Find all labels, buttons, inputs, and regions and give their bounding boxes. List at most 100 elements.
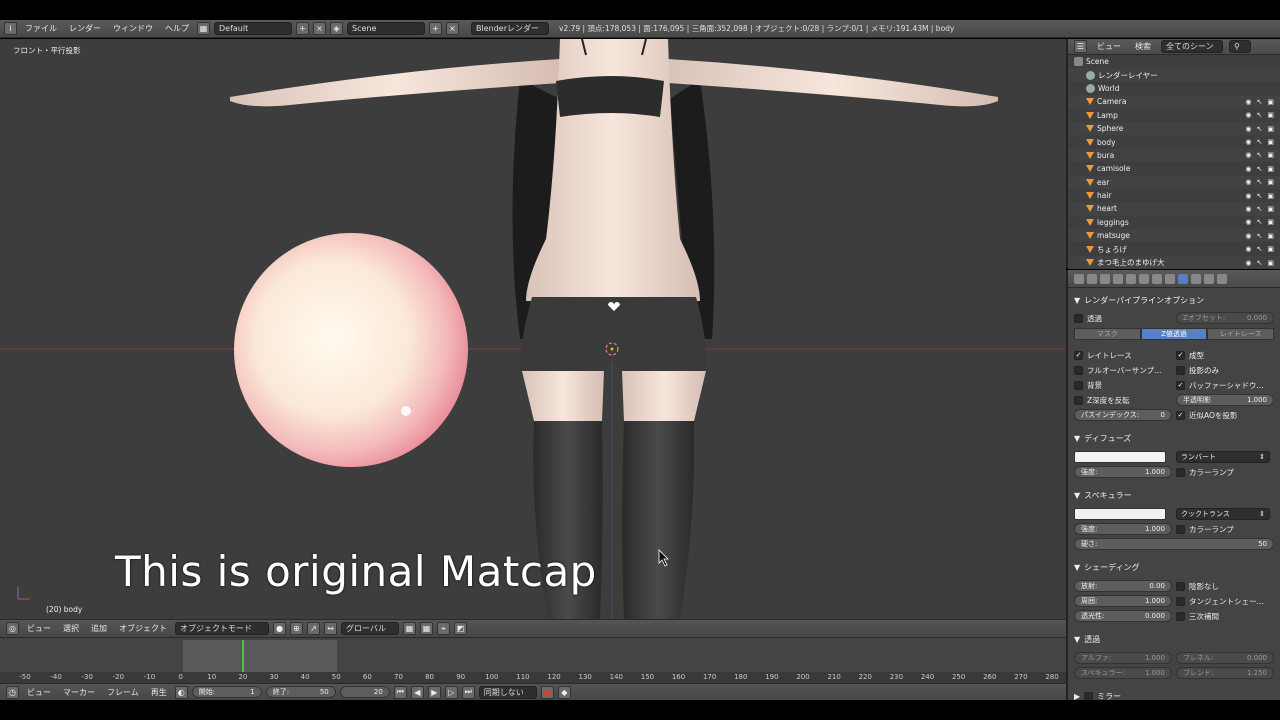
eye-icon[interactable]: ◉ bbox=[1245, 125, 1251, 133]
menu-view[interactable]: ビュー bbox=[23, 622, 55, 636]
translucency-shadow-field[interactable]: 半透明影 1.000 bbox=[1176, 394, 1274, 406]
menu-add[interactable]: 追加 bbox=[87, 622, 111, 636]
shadeless-checkbox[interactable] bbox=[1176, 581, 1185, 591]
outliner-row[interactable]: heart ◉ ↖ ▣ bbox=[1068, 202, 1280, 216]
diffuse-ramp-checkbox[interactable] bbox=[1176, 467, 1185, 477]
render-camera-icon[interactable]: ▣ bbox=[1267, 259, 1274, 267]
translucency-field[interactable]: 透光性: 0.000 bbox=[1074, 610, 1172, 622]
jump-end-icon[interactable]: ⏭ bbox=[461, 685, 475, 699]
select-arrow-icon[interactable]: ↖ bbox=[1257, 192, 1263, 200]
editor-type-icon[interactable]: ◎ bbox=[6, 622, 19, 635]
current-frame-field[interactable]: 20 bbox=[339, 686, 390, 698]
visibility-toggles[interactable]: ◉ ↖ ▣ bbox=[1245, 245, 1274, 253]
mirror-title[interactable]: ▶ ミラー bbox=[1074, 691, 1274, 700]
blend-field[interactable]: ブレンド: 1.250 bbox=[1176, 667, 1274, 679]
render-camera-icon[interactable]: ▣ bbox=[1267, 232, 1274, 240]
timeline[interactable]: -50 -40 -30 -20 -10 0 10 20 30 40 50 60 70 80 90 100 110… bbox=[0, 637, 1066, 683]
screen-layout-icon[interactable]: ▦ bbox=[197, 22, 210, 35]
outliner-row[interactable]: まつ毛上のまゆげ大 ◉ ↖ ▣ bbox=[1068, 255, 1280, 270]
render-preview-icon[interactable]: ◩ bbox=[454, 622, 467, 635]
select-arrow-icon[interactable]: ↖ bbox=[1257, 138, 1263, 146]
add-scene-icon[interactable]: + bbox=[429, 22, 442, 35]
editor-type-icon[interactable]: ◷ bbox=[6, 685, 19, 699]
outliner-row[interactable]: ear ◉ ↖ ▣ bbox=[1068, 175, 1280, 189]
search-icon[interactable]: ⚲ bbox=[1229, 40, 1251, 53]
render-camera-icon[interactable]: ▣ bbox=[1267, 125, 1274, 133]
select-arrow-icon[interactable]: ↖ bbox=[1257, 125, 1263, 133]
visibility-toggles[interactable]: ◉ ↖ ▣ bbox=[1245, 151, 1274, 159]
menu-view[interactable]: ビュー bbox=[23, 685, 55, 699]
modifiers-tab-icon[interactable] bbox=[1152, 273, 1162, 284]
render-camera-icon[interactable]: ▣ bbox=[1267, 205, 1274, 213]
diffuse-color-swatch[interactable] bbox=[1074, 451, 1166, 463]
translate-icon[interactable]: ↔ bbox=[324, 622, 337, 635]
cast-checkbox[interactable]: ✓ bbox=[1176, 350, 1185, 360]
full-oversample-checkbox[interactable] bbox=[1074, 365, 1083, 375]
editor-type-icon[interactable]: i bbox=[4, 22, 17, 35]
outliner-row[interactable]: Scene bbox=[1068, 55, 1280, 68]
render-camera-icon[interactable]: ▣ bbox=[1267, 98, 1274, 106]
visibility-toggles[interactable]: ◉ ↖ ▣ bbox=[1245, 165, 1274, 173]
approx-ao-checkbox[interactable]: ✓ bbox=[1176, 410, 1185, 420]
eye-icon[interactable]: ◉ bbox=[1245, 259, 1251, 267]
render-tab-icon[interactable] bbox=[1074, 273, 1084, 284]
cubic-interpolation-checkbox[interactable] bbox=[1176, 611, 1185, 621]
outliner-row[interactable]: Camera ◉ ↖ ▣ bbox=[1068, 95, 1280, 109]
select-arrow-icon[interactable]: ↖ bbox=[1257, 232, 1263, 240]
object-tab-icon[interactable] bbox=[1126, 273, 1136, 284]
outliner-row[interactable]: World bbox=[1068, 82, 1280, 95]
specular-title[interactable]: ▼ スペキュラー bbox=[1074, 490, 1274, 501]
emit-field[interactable]: 放射: 0.00 bbox=[1074, 580, 1172, 592]
select-arrow-icon[interactable]: ↖ bbox=[1257, 178, 1263, 186]
visibility-toggles[interactable]: ◉ ↖ ▣ bbox=[1245, 125, 1274, 133]
render-camera-icon[interactable]: ▣ bbox=[1267, 192, 1274, 200]
menu-window[interactable]: ウィンドウ bbox=[109, 22, 157, 36]
menu-view[interactable]: ビュー bbox=[1093, 40, 1125, 54]
pivot-icon[interactable]: ⊕ bbox=[290, 622, 303, 635]
texture-tab-icon[interactable] bbox=[1191, 273, 1201, 284]
mode-dropdown[interactable]: オブジェクトモード bbox=[175, 622, 269, 635]
outliner-row[interactable]: body ◉ ↖ ▣ bbox=[1068, 135, 1280, 148]
outliner-row[interactable]: matsuge ◉ ↖ ▣ bbox=[1068, 229, 1280, 243]
menu-object[interactable]: オブジェクト bbox=[115, 622, 171, 636]
display-mode-dropdown[interactable]: 全てのシーン bbox=[1161, 40, 1223, 53]
visibility-toggles[interactable]: ◉ ↖ ▣ bbox=[1245, 205, 1274, 213]
hardness-field[interactable]: 硬さ: 50 bbox=[1074, 538, 1274, 550]
alpha-field[interactable]: アルファ: 1.000 bbox=[1074, 652, 1172, 664]
diffuse-intensity-field[interactable]: 強度: 1.000 bbox=[1074, 466, 1172, 478]
render-camera-icon[interactable]: ▣ bbox=[1267, 245, 1274, 253]
add-layout-icon[interactable]: + bbox=[296, 22, 309, 35]
tangent-shading-checkbox[interactable] bbox=[1176, 596, 1185, 606]
play-icon[interactable]: ▶ bbox=[427, 685, 441, 699]
menu-playback[interactable]: 再生 bbox=[147, 685, 171, 699]
mode-raytrace[interactable]: レイトレース bbox=[1207, 328, 1275, 340]
select-arrow-icon[interactable]: ↖ bbox=[1257, 111, 1263, 119]
start-frame-field[interactable]: 開始: 1 bbox=[191, 686, 262, 698]
shading-title[interactable]: ▼ シェーディング bbox=[1074, 562, 1274, 573]
constraints-tab-icon[interactable] bbox=[1139, 273, 1149, 284]
eye-icon[interactable]: ◉ bbox=[1245, 138, 1251, 146]
invert-z-checkbox[interactable] bbox=[1074, 395, 1083, 405]
visibility-toggles[interactable]: ◉ ↖ ▣ bbox=[1245, 98, 1274, 106]
snap-icon[interactable]: ⌖ bbox=[437, 622, 450, 635]
select-arrow-icon[interactable]: ↖ bbox=[1257, 205, 1263, 213]
visibility-toggles[interactable]: ◉ ↖ ▣ bbox=[1245, 138, 1274, 146]
next-key-icon[interactable]: ▷ bbox=[444, 685, 458, 699]
eye-icon[interactable]: ◉ bbox=[1245, 165, 1251, 173]
scene-icon[interactable]: ◈ bbox=[330, 22, 343, 35]
select-arrow-icon[interactable]: ↖ bbox=[1257, 151, 1263, 159]
specular-shader-dropdown[interactable]: クックトランス ⇕ bbox=[1176, 508, 1270, 520]
ambient-field[interactable]: 周囲: 1.000 bbox=[1074, 595, 1172, 607]
select-arrow-icon[interactable]: ↖ bbox=[1257, 165, 1263, 173]
outliner-row[interactable]: leggings ◉ ↖ ▣ bbox=[1068, 216, 1280, 229]
remove-scene-icon[interactable]: × bbox=[446, 22, 459, 35]
menu-select[interactable]: 選択 bbox=[59, 622, 83, 636]
eye-icon[interactable]: ◉ bbox=[1245, 178, 1251, 186]
physics-tab-icon[interactable] bbox=[1217, 273, 1227, 284]
sync-dropdown[interactable]: 同期しない bbox=[478, 685, 537, 699]
menu-render[interactable]: レンダー bbox=[65, 22, 105, 36]
end-frame-field[interactable]: 終了: 50 bbox=[265, 686, 336, 698]
mode-z-transparency[interactable]: Z値透過 bbox=[1140, 328, 1208, 340]
shading-icon[interactable]: ● bbox=[273, 622, 286, 635]
specular-alpha-field[interactable]: スペキュラー: 1.000 bbox=[1074, 667, 1172, 679]
